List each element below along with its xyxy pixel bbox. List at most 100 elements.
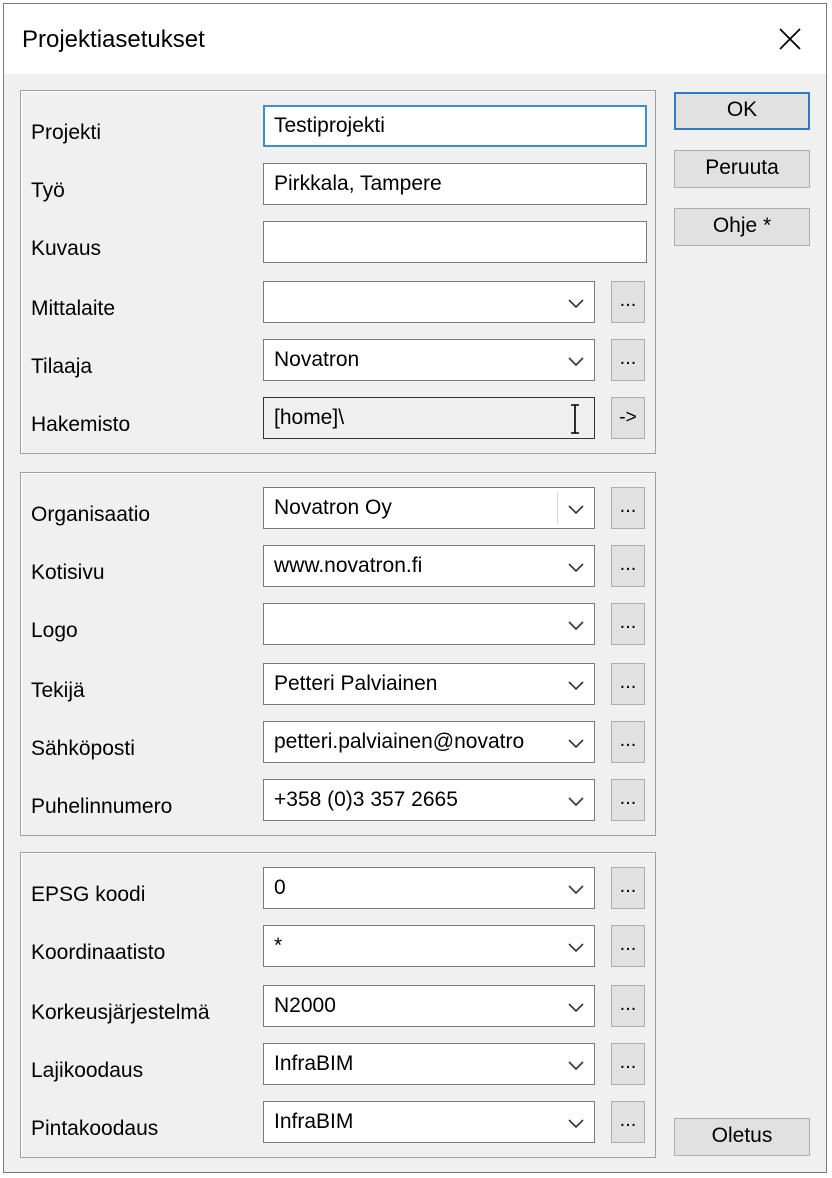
epsg-value: 0 <box>274 876 286 899</box>
tilaaja-value: Novatron <box>274 348 360 371</box>
koordinaatisto-label: Koordinaatisto <box>31 941 166 964</box>
row-projekti: Projekti Testiprojekti <box>21 105 655 149</box>
epsg-label: EPSG koodi <box>31 883 146 906</box>
pintakoodaus-browse-button[interactable]: ... <box>611 1101 645 1143</box>
epsg-browse-button[interactable]: ... <box>611 867 645 909</box>
chevron-down-icon[interactable] <box>564 673 588 697</box>
project-group: Projekti Testiprojekti Työ Pirkkala, Tam… <box>20 90 656 454</box>
chevron-down-icon[interactable] <box>564 497 588 521</box>
logo-label: Logo <box>31 619 78 642</box>
tekija-value: Petteri Palviainen <box>274 672 438 695</box>
chevron-down-icon[interactable] <box>564 935 588 959</box>
korkeusjarjestelma-combo[interactable]: N2000 <box>263 985 595 1027</box>
puhelinnumero-label: Puhelinnumero <box>31 795 173 818</box>
row-mittalaite: Mittalaite ... <box>21 281 655 325</box>
close-icon <box>779 28 801 50</box>
organization-group: Organisaatio Novatron Oy ... Kotisivu ww… <box>20 472 656 836</box>
logo-combo[interactable] <box>263 603 595 645</box>
sahkoposti-browse-button[interactable]: ... <box>611 721 645 763</box>
kotisivu-label: Kotisivu <box>31 561 105 584</box>
organisaatio-value: Novatron Oy <box>274 496 392 519</box>
defaults-button[interactable]: Oletus <box>674 1118 810 1156</box>
lajikoodaus-label: Lajikoodaus <box>31 1059 144 1082</box>
row-tyo: Työ Pirkkala, Tampere <box>21 163 655 207</box>
hakemisto-field[interactable]: [home]\ <box>263 397 595 439</box>
close-button[interactable] <box>754 4 826 74</box>
row-tekija: Tekijä Petteri Palviainen ... <box>21 663 655 707</box>
chevron-down-icon[interactable] <box>564 995 588 1019</box>
lajikoodaus-combo[interactable]: InfraBIM <box>263 1043 595 1085</box>
kotisivu-value: www.novatron.fi <box>274 554 423 577</box>
tekija-combo[interactable]: Petteri Palviainen <box>263 663 595 705</box>
row-pintakoodaus: Pintakoodaus InfraBIM ... <box>21 1101 655 1145</box>
row-epsg: EPSG koodi 0 ... <box>21 867 655 911</box>
kuvaus-label: Kuvaus <box>31 237 102 260</box>
chevron-down-icon[interactable] <box>564 349 588 373</box>
tilaaja-combo[interactable]: Novatron <box>263 339 595 381</box>
row-korkeusjarjestelma: Korkeusjärjestelmä N2000 ... <box>21 985 655 1029</box>
tilaaja-label: Tilaaja <box>31 355 93 378</box>
row-sahkoposti: Sähköposti petteri.palviainen@novatro ..… <box>21 721 655 765</box>
pintakoodaus-combo[interactable]: InfraBIM <box>263 1101 595 1143</box>
ok-button[interactable]: OK <box>674 92 810 130</box>
cancel-button[interactable]: Peruuta <box>674 150 810 188</box>
hakemisto-open-button[interactable]: -> <box>611 397 645 439</box>
korkeusjarjestelma-value: N2000 <box>274 994 336 1017</box>
mittalaite-combo[interactable] <box>263 281 595 323</box>
hakemisto-value: [home]\ <box>274 406 345 429</box>
puhelinnumero-combo[interactable]: +358 (0)3 357 2665 <box>263 779 595 821</box>
mittalaite-browse-button[interactable]: ... <box>611 281 645 323</box>
project-settings-dialog: Projektiasetukset Projekti Testiprojekti… <box>3 3 827 1173</box>
row-logo: Logo ... <box>21 603 655 647</box>
sahkoposti-combo[interactable]: petteri.palviainen@novatro <box>263 721 595 763</box>
chevron-down-icon[interactable] <box>564 789 588 813</box>
row-kuvaus: Kuvaus <box>21 221 655 265</box>
chevron-down-icon[interactable] <box>564 555 588 579</box>
row-puhelinnumero: Puhelinnumero +358 (0)3 357 2665 ... <box>21 779 655 823</box>
tyo-input[interactable]: Pirkkala, Tampere <box>263 163 647 205</box>
logo-browse-button[interactable]: ... <box>611 603 645 645</box>
row-organisaatio: Organisaatio Novatron Oy ... <box>21 487 655 531</box>
korkeusjarjestelma-browse-button[interactable]: ... <box>611 985 645 1027</box>
tekija-browse-button[interactable]: ... <box>611 663 645 705</box>
sahkoposti-value: petteri.palviainen@novatro <box>274 730 525 753</box>
title-bar: Projektiasetukset <box>4 4 826 74</box>
coordinate-group: EPSG koodi 0 ... Koordinaatisto * ... Ko… <box>20 852 656 1158</box>
window-title: Projektiasetukset <box>22 26 205 53</box>
puhelinnumero-browse-button[interactable]: ... <box>611 779 645 821</box>
pintakoodaus-value: InfraBIM <box>274 1110 354 1133</box>
koordinaatisto-combo[interactable]: * <box>263 925 595 967</box>
puhelinnumero-value: +358 (0)3 357 2665 <box>274 788 458 811</box>
pintakoodaus-label: Pintakoodaus <box>31 1117 159 1140</box>
lajikoodaus-value: InfraBIM <box>274 1052 354 1075</box>
koordinaatisto-browse-button[interactable]: ... <box>611 925 645 967</box>
mittalaite-label: Mittalaite <box>31 297 116 320</box>
korkeusjarjestelma-label: Korkeusjärjestelmä <box>31 1001 210 1024</box>
kotisivu-browse-button[interactable]: ... <box>611 545 645 587</box>
tilaaja-browse-button[interactable]: ... <box>611 339 645 381</box>
row-hakemisto: Hakemisto [home]\ -> <box>21 397 655 441</box>
row-lajikoodaus: Lajikoodaus InfraBIM ... <box>21 1043 655 1087</box>
chevron-down-icon[interactable] <box>564 291 588 315</box>
chevron-down-icon[interactable] <box>564 613 588 637</box>
row-tilaaja: Tilaaja Novatron ... <box>21 339 655 383</box>
epsg-combo[interactable]: 0 <box>263 867 595 909</box>
kuvaus-input[interactable] <box>263 221 647 263</box>
row-kotisivu: Kotisivu www.novatron.fi ... <box>21 545 655 589</box>
lajikoodaus-browse-button[interactable]: ... <box>611 1043 645 1085</box>
projekti-label: Projekti <box>31 121 102 144</box>
organisaatio-label: Organisaatio <box>31 503 151 526</box>
chevron-down-icon[interactable] <box>564 1053 588 1077</box>
chevron-down-icon[interactable] <box>564 1111 588 1135</box>
chevron-down-icon[interactable] <box>564 731 588 755</box>
kotisivu-combo[interactable]: www.novatron.fi <box>263 545 595 587</box>
organisaatio-combo[interactable]: Novatron Oy <box>263 487 595 529</box>
hakemisto-label: Hakemisto <box>31 413 131 436</box>
sahkoposti-label: Sähköposti <box>31 737 135 760</box>
koordinaatisto-value: * <box>274 934 283 957</box>
projekti-input[interactable]: Testiprojekti <box>263 105 647 147</box>
organisaatio-browse-button[interactable]: ... <box>611 487 645 529</box>
chevron-down-icon[interactable] <box>564 877 588 901</box>
tekija-label: Tekijä <box>31 679 85 702</box>
help-button[interactable]: Ohje * <box>674 208 810 246</box>
